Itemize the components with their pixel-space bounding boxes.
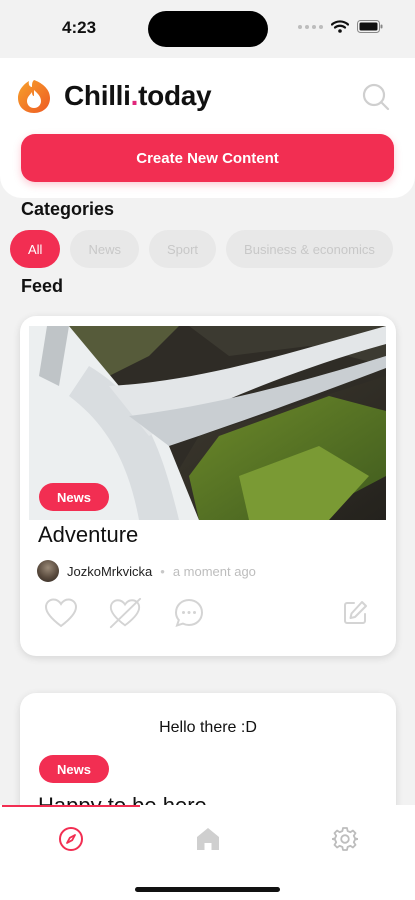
tab-home[interactable] [192, 823, 224, 855]
meta-separator: • [160, 563, 165, 579]
wifi-icon [331, 20, 349, 33]
tab-explore[interactable] [55, 823, 87, 855]
post-meta: JozkoMrkvicka • a moment ago [37, 560, 256, 582]
post-text: Hello there :D [159, 719, 257, 736]
post-author[interactable]: JozkoMrkvicka [67, 564, 152, 579]
signal-icon [298, 24, 323, 29]
post-timestamp: a moment ago [172, 563, 256, 579]
settings-icon [332, 827, 358, 851]
avatar[interactable] [37, 560, 59, 582]
battery-icon [357, 20, 383, 33]
chilli-logo-icon [18, 80, 50, 113]
category-chips: All News Sport Business & economics [10, 230, 393, 268]
feed-heading: Feed [21, 276, 64, 296]
dynamic-island [148, 11, 268, 47]
edit-icon [344, 601, 367, 624]
heart-icon [44, 598, 78, 628]
category-chip-business[interactable]: Business & economics [226, 230, 393, 268]
home-indicator [135, 887, 280, 892]
post-title: Adventure [38, 522, 139, 547]
feed-post-card[interactable]: News Adventure JozkoMrkvicka • a moment … [20, 316, 396, 656]
create-new-content-button[interactable]: Create New Content [21, 134, 394, 182]
bottom-tab-bar [0, 805, 415, 900]
category-chip-sport[interactable]: Sport [148, 230, 217, 268]
compass-icon [59, 827, 83, 851]
category-chip-all[interactable]: All [10, 230, 61, 268]
active-tab-indicator [2, 805, 140, 807]
search-icon[interactable] [361, 82, 391, 112]
like-button[interactable] [44, 596, 78, 630]
edit-button[interactable] [338, 596, 372, 630]
post-category-badge: News [39, 483, 109, 511]
broken-heart-icon [109, 597, 142, 629]
status-time: 4:23 [62, 18, 97, 37]
comment-icon [174, 598, 204, 628]
home-icon [197, 828, 219, 850]
dislike-button[interactable] [108, 596, 142, 630]
app-header: Chilli.today Create New Content [0, 58, 415, 198]
comment-button[interactable] [172, 596, 206, 630]
post-category-badge: News [39, 755, 109, 783]
status-bar: 4:23 [0, 0, 415, 58]
categories-heading: Categories [21, 199, 115, 219]
status-icons [298, 20, 383, 33]
brand-name: Chilli.today [64, 80, 212, 111]
post-image: News [29, 326, 386, 520]
category-chip-news[interactable]: News [70, 230, 139, 268]
tab-settings[interactable] [329, 823, 361, 855]
